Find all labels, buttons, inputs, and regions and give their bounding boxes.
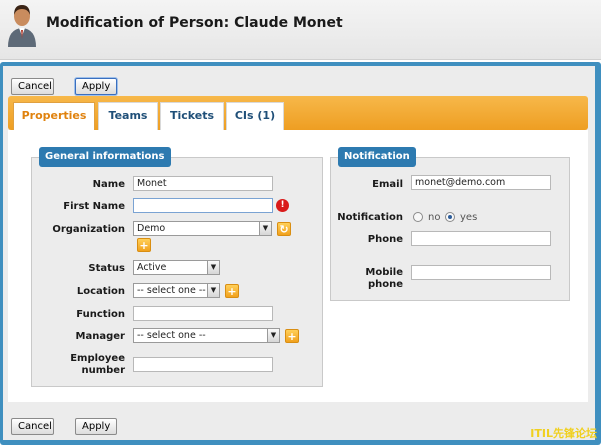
mobile-phone-input[interactable] [411,265,551,280]
phone-input[interactable] [411,231,551,246]
manager-select[interactable]: -- select one -- ▼ [133,328,280,343]
tab-cis[interactable]: CIs (1) [226,102,284,130]
cancel-button-top[interactable]: Cancel [11,78,54,95]
name-input[interactable]: Monet [133,176,273,191]
status-select[interactable]: Active ▼ [133,260,220,275]
email-input[interactable]: monet@demo.com [411,175,551,190]
status-label: Status [88,263,125,274]
employee-number-input[interactable] [133,357,273,372]
tab-teams[interactable]: Teams [98,102,158,130]
page-title: Modification of Person: Claude Monet [46,15,343,31]
general-informations-legend: General informations [39,147,171,167]
add-organization-button[interactable]: + [137,238,151,252]
status-select-value: Active [137,262,167,273]
dropdown-arrow-icon: ▼ [207,261,219,274]
tab-properties[interactable]: Properties [13,102,95,130]
notification-label: Notification [337,212,403,223]
add-location-button[interactable]: + [225,284,239,298]
notification-yes-label: yes [460,212,478,223]
add-manager-button[interactable]: + [285,329,299,343]
notification-legend: Notification [338,147,416,167]
location-select[interactable]: -- select one -- ▼ [133,283,220,298]
notification-no-label: no [428,212,441,223]
mobile-phone-label: Mobile phone [365,267,403,290]
error-icon: ! [276,199,289,212]
notification-no-radio[interactable] [413,212,423,222]
email-label: Email [372,179,403,190]
organization-select-value: Demo [137,223,166,234]
person-icon [8,5,36,47]
function-input[interactable] [133,306,273,321]
location-select-value: -- select one -- [137,285,206,296]
first-name-label: First Name [63,201,125,212]
manager-label: Manager [75,331,125,342]
cancel-button-bottom[interactable]: Cancel [11,418,54,435]
organization-label: Organization [52,224,125,235]
watermark-text: ITIL先锋论坛 [530,427,597,440]
phone-label: Phone [367,234,403,245]
dropdown-arrow-icon: ▼ [267,329,279,342]
notification-yes-radio[interactable] [445,212,455,222]
function-label: Function [76,309,125,320]
name-label: Name [92,179,125,190]
tab-tickets[interactable]: Tickets [160,102,224,130]
first-name-input[interactable] [133,198,273,213]
page-header: Modification of Person: Claude Monet [0,0,601,60]
location-label: Location [76,286,125,297]
tab-bar: Properties Teams Tickets CIs (1) [8,96,588,130]
employee-number-label: Employee number [70,353,125,376]
apply-button-top[interactable]: Apply [75,78,117,95]
organization-select[interactable]: Demo ▼ [133,221,272,236]
apply-button-bottom[interactable]: Apply [75,418,117,435]
organization-search-button[interactable]: ↻ [277,222,291,236]
manager-select-value: -- select one -- [137,330,206,341]
dropdown-arrow-icon: ▼ [207,284,219,297]
dropdown-arrow-icon: ▼ [259,222,271,235]
